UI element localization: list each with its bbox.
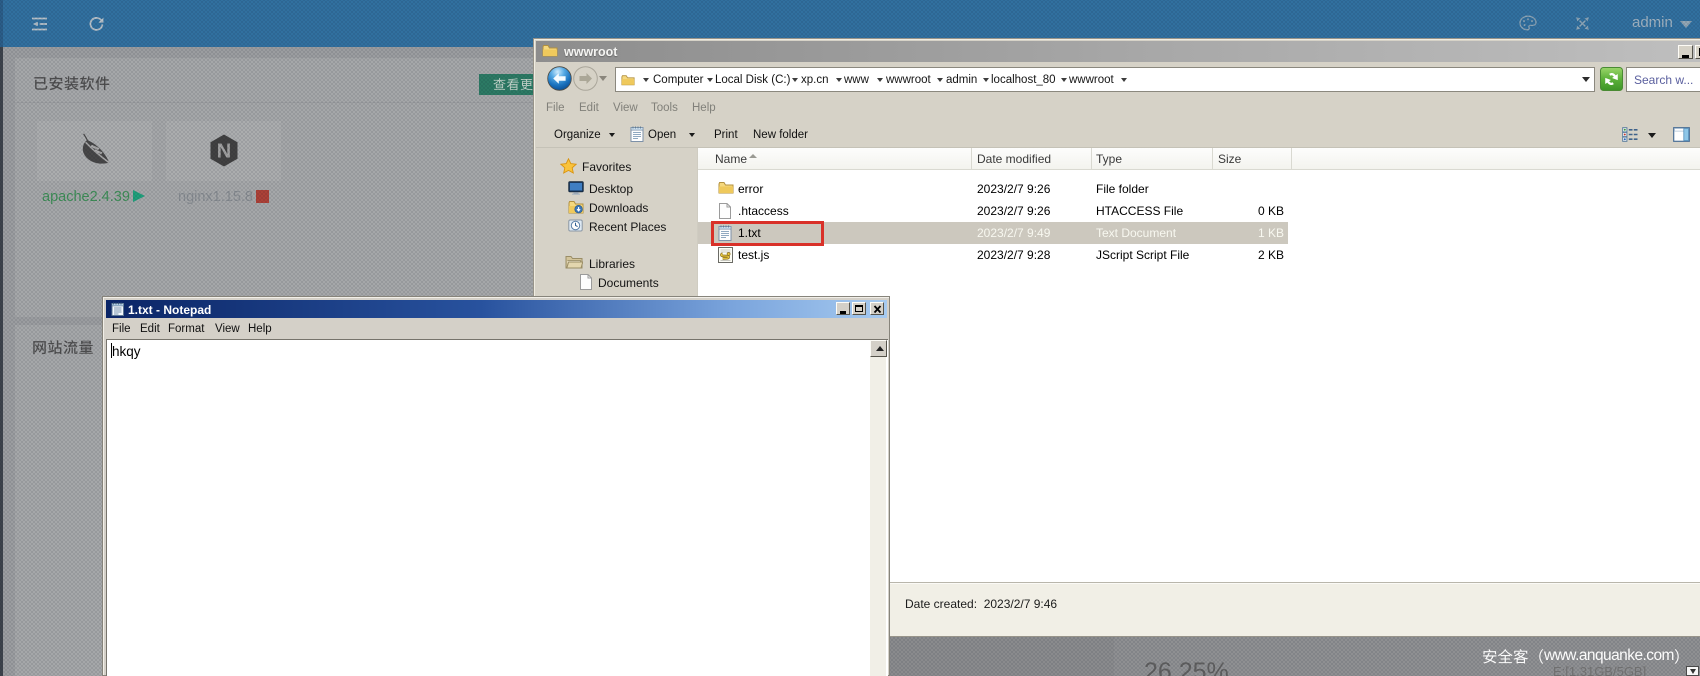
svg-text:N: N (217, 141, 231, 163)
